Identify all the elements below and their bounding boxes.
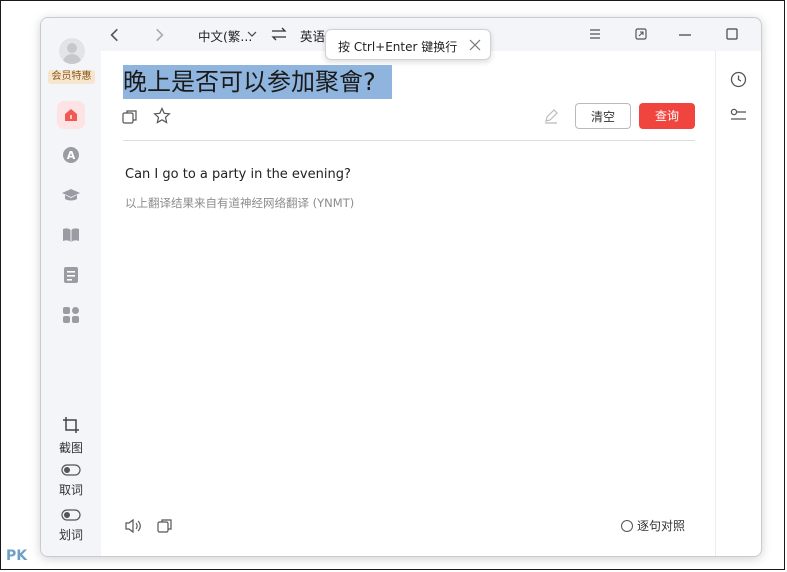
apps-grid-icon[interactable]: [59, 303, 83, 327]
document-icon[interactable]: [59, 263, 83, 287]
select-word-label: 划词: [58, 528, 83, 542]
select-word-toggle[interactable]: 划词: [41, 509, 101, 543]
sentence-compare-option[interactable]: 逐句对照: [621, 517, 685, 534]
watermark: PK: [6, 548, 28, 564]
chevron-down-icon[interactable]: [247, 30, 257, 38]
graduation-cap-icon[interactable]: [59, 183, 83, 207]
home-icon[interactable]: [57, 101, 85, 129]
book-icon[interactable]: [59, 223, 83, 247]
translation-result: Can I go to a party in the evening?: [125, 167, 351, 182]
settings-slider-icon[interactable]: [730, 108, 747, 122]
tooltip-text: 按 Ctrl+Enter 键换行: [338, 40, 458, 54]
toggle-off-icon: [61, 509, 81, 521]
screenshot-label: 截图: [58, 441, 83, 455]
mini-window-icon[interactable]: [634, 27, 648, 41]
forward-arrow-icon[interactable]: [151, 27, 167, 43]
query-input[interactable]: 晚上是否可以参加聚會?: [123, 65, 392, 99]
svg-text:A: A: [67, 149, 76, 162]
sidebar: 会员特惠 A 截图 取词 划词: [41, 18, 101, 556]
crop-icon: [63, 417, 79, 433]
copy-icon[interactable]: [122, 109, 138, 125]
divider: [123, 140, 695, 141]
translation-source: 以上翻译结果来自有道神经网络翻译 (YNMT): [125, 196, 355, 210]
back-arrow-icon[interactable]: [107, 27, 123, 43]
right-panel: [715, 51, 761, 556]
target-language-select[interactable]: 英语: [300, 26, 325, 45]
maximize-icon[interactable]: [726, 28, 738, 40]
radio-icon: [621, 519, 633, 532]
minimize-icon[interactable]: [679, 34, 691, 36]
pick-word-toggle[interactable]: 取词: [41, 464, 101, 498]
compare-label: 逐句对照: [637, 519, 686, 533]
source-language-select[interactable]: 中文(繁...: [198, 26, 252, 45]
star-icon[interactable]: [153, 107, 171, 125]
toggle-off-icon: [61, 464, 81, 476]
clear-button[interactable]: 清空: [575, 103, 631, 129]
shortcut-tooltip: 按 Ctrl+Enter 键换行: [325, 29, 491, 60]
speaker-icon[interactable]: [124, 518, 142, 534]
query-button[interactable]: 查询: [639, 103, 695, 129]
screenshot-tool[interactable]: 截图: [41, 416, 101, 456]
menu-icon[interactable]: [589, 28, 601, 40]
vip-badge[interactable]: 会员特惠: [48, 70, 95, 84]
avatar[interactable]: [59, 38, 85, 64]
history-clock-icon[interactable]: [730, 71, 747, 88]
tooltip-close-icon[interactable]: [468, 38, 482, 52]
swap-languages-icon[interactable]: [271, 27, 287, 41]
translate-a-icon[interactable]: A: [59, 143, 83, 167]
handwriting-pen-icon[interactable]: [543, 108, 559, 124]
pick-word-label: 取词: [58, 483, 83, 497]
copy-result-icon[interactable]: [157, 518, 173, 534]
